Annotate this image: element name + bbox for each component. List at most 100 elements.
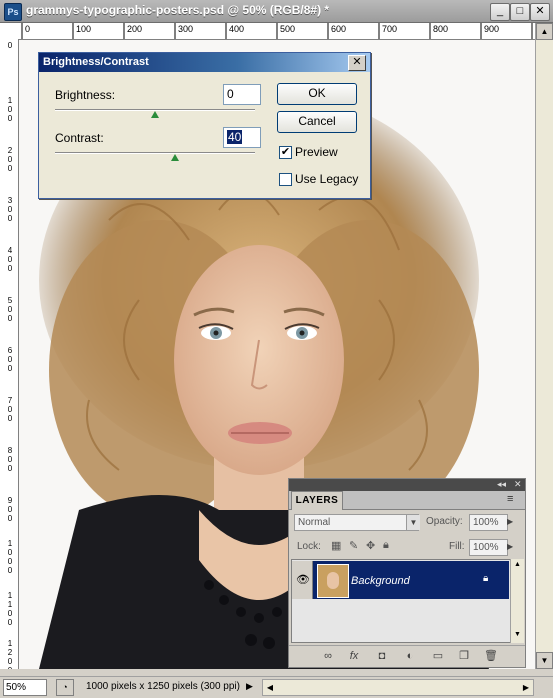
scroll-left-icon[interactable]: ◀ xyxy=(263,680,277,695)
ruler-tick-label: 900 xyxy=(484,24,500,34)
scroll-up-icon[interactable]: ▲ xyxy=(536,23,553,40)
window-titlebar[interactable]: Ps grammys-typographic-posters.psd @ 50%… xyxy=(0,0,553,23)
preview-checkbox[interactable]: ✔ xyxy=(279,146,292,159)
lock-all-icon[interactable]: 🔒︎ xyxy=(383,539,389,552)
checkmark-icon: ✔ xyxy=(280,146,291,158)
use-legacy-label[interactable]: Use Legacy xyxy=(295,172,358,186)
minimize-button[interactable]: _ xyxy=(490,3,510,21)
lock-position-icon[interactable]: ✥ xyxy=(366,539,375,552)
ruler-tick-label: 5 0 0 xyxy=(7,296,13,323)
ruler-tick-label: 400 xyxy=(229,24,245,34)
scroll-up-icon[interactable]: ▲ xyxy=(511,559,524,571)
maximize-button[interactable]: □ xyxy=(510,3,530,21)
ruler-tick-label: 200 xyxy=(127,24,143,34)
vertical-ruler[interactable]: 0 1 0 0 2 0 0 3 0 0 4 0 0 5 0 0 6 0 0 7 … xyxy=(0,39,19,669)
scroll-down-icon[interactable]: ▼ xyxy=(536,652,553,669)
blend-mode-dropdown[interactable]: Normal xyxy=(294,514,419,531)
thumbnail-face xyxy=(327,572,339,589)
ruler-tick-label: 7 0 0 xyxy=(7,396,13,423)
lock-transparency-icon[interactable]: ▦ xyxy=(331,539,341,552)
visibility-toggle[interactable]: 👁︎ xyxy=(292,561,313,599)
panel-tab-row: LAYERS ≡ xyxy=(289,491,525,510)
fill-label: Fill: xyxy=(449,541,465,552)
layers-panel: ◂◂ ✕ LAYERS ≡ Normal ▼ Opacity: 100% ▶ L… xyxy=(288,478,526,668)
cancel-button[interactable]: Cancel xyxy=(277,111,357,133)
status-menu-arrow-icon[interactable]: ▶ xyxy=(246,679,258,694)
horizontal-scrollbar[interactable]: ◀ ▶ xyxy=(262,679,534,696)
horizontal-ruler[interactable]: 0 100 200 300 400 500 600 700 800 900 xyxy=(18,23,535,40)
ruler-tick-label: 1 1 0 0 xyxy=(7,591,13,627)
adjustment-icon[interactable]: ◐ xyxy=(403,650,417,663)
fill-arrow-icon[interactable]: ▶ xyxy=(507,539,519,554)
zoom-field[interactable]: 50% xyxy=(3,679,47,696)
document-title: grammys-typographic-posters.psd @ 50% (R… xyxy=(26,3,330,17)
ruler-tick-label: 800 xyxy=(433,24,449,34)
panel-menu-icon[interactable]: ≡ xyxy=(507,493,513,505)
dialog-titlebar[interactable]: Brightness/Contrast ✕ xyxy=(39,53,370,72)
scroll-down-icon[interactable]: ▼ xyxy=(511,629,524,641)
trash-icon[interactable]: 🗑︎ xyxy=(484,650,498,663)
ruler-tick-label: 9 0 0 xyxy=(7,496,13,523)
close-button[interactable]: ✕ xyxy=(530,3,550,21)
ruler-tick-label: 500 xyxy=(280,24,296,34)
fx-icon[interactable]: fx xyxy=(347,650,361,663)
opacity-arrow-icon[interactable]: ▶ xyxy=(507,514,519,529)
mask-icon[interactable]: ◘ xyxy=(375,650,389,663)
ruler-tick-label: 300 xyxy=(178,24,194,34)
status-icon[interactable]: ◔ xyxy=(56,679,74,696)
layer-name[interactable]: Background xyxy=(351,575,410,587)
link-icon[interactable]: ∞ xyxy=(321,650,335,663)
contrast-slider-track[interactable] xyxy=(55,152,255,154)
horizontal-ruler-ticks xyxy=(21,23,533,39)
brightness-slider-thumb[interactable] xyxy=(151,111,159,118)
lock-label: Lock: xyxy=(297,541,321,552)
opacity-label: Opacity: xyxy=(426,516,463,527)
brightness-contrast-dialog: Brightness/Contrast ✕ Brightness: 0 Cont… xyxy=(38,52,371,199)
dialog-close-button[interactable]: ✕ xyxy=(348,55,366,71)
preview-label[interactable]: Preview xyxy=(295,145,338,159)
ruler-tick-label: 700 xyxy=(382,24,398,34)
eye-icon: 👁︎ xyxy=(296,574,310,586)
chevron-down-icon[interactable]: ▼ xyxy=(406,515,420,530)
ruler-tick-label: 2 0 0 xyxy=(7,146,13,173)
layers-footer: ∞ fx ◘ ◐ ▭ ❐ 🗑︎ xyxy=(289,645,525,667)
ruler-tick-label: 0 xyxy=(25,24,31,34)
ruler-tick-label: 4 0 0 xyxy=(7,246,13,273)
ruler-tick-label: 1 0 0 xyxy=(7,96,13,123)
new-layer-icon[interactable]: ❐ xyxy=(457,650,471,663)
ok-button[interactable]: OK xyxy=(277,83,357,105)
brightness-input[interactable]: 0 xyxy=(223,84,261,105)
contrast-label: Contrast: xyxy=(55,131,104,145)
group-icon[interactable]: ▭ xyxy=(431,650,445,663)
layer-row-background[interactable]: Background 🔒︎ xyxy=(313,561,509,599)
close-panel-icon[interactable]: ✕ xyxy=(514,479,522,490)
ruler-tick-label: 1 2 0 0 xyxy=(7,639,13,669)
contrast-slider-thumb[interactable] xyxy=(171,154,179,161)
layers-scrollbar[interactable]: ▲ ▼ xyxy=(510,559,524,643)
tab-layers[interactable]: LAYERS xyxy=(291,491,343,510)
photoshop-app-icon: Ps xyxy=(4,3,22,21)
lock-pixels-icon[interactable]: ✎ xyxy=(349,539,358,552)
layer-lock-icon: 🔒︎ xyxy=(483,573,489,584)
scroll-right-icon[interactable]: ▶ xyxy=(519,680,533,695)
panel-header[interactable]: ◂◂ ✕ xyxy=(289,479,525,491)
dialog-title: Brightness/Contrast xyxy=(43,56,149,68)
opacity-field[interactable]: 100% xyxy=(469,514,508,531)
contrast-value-selected: 40 xyxy=(227,130,243,144)
ruler-tick-label: 3 0 0 xyxy=(7,196,13,223)
contrast-input[interactable]: 40 xyxy=(223,127,261,148)
ruler-tick-label: 8 0 0 xyxy=(7,446,13,473)
ruler-tick-label: 1 0 0 0 xyxy=(7,539,13,575)
layer-thumbnail xyxy=(317,564,349,598)
ruler-tick-label: 0 xyxy=(7,41,13,50)
use-legacy-checkbox[interactable] xyxy=(279,173,292,186)
ruler-origin[interactable] xyxy=(0,23,19,40)
ruler-tick-label: 6 0 0 xyxy=(7,346,13,373)
ruler-tick-label: 600 xyxy=(331,24,347,34)
document-info: 1000 pixels x 1250 pixels (300 ppi) xyxy=(86,681,240,692)
brightness-label: Brightness: xyxy=(55,88,116,102)
fill-field[interactable]: 100% xyxy=(469,539,508,556)
ruler-tick-label: 100 xyxy=(76,24,92,34)
collapse-icon[interactable]: ◂◂ xyxy=(497,479,506,490)
vertical-scrollbar[interactable]: ▲ ▼ xyxy=(535,23,553,669)
